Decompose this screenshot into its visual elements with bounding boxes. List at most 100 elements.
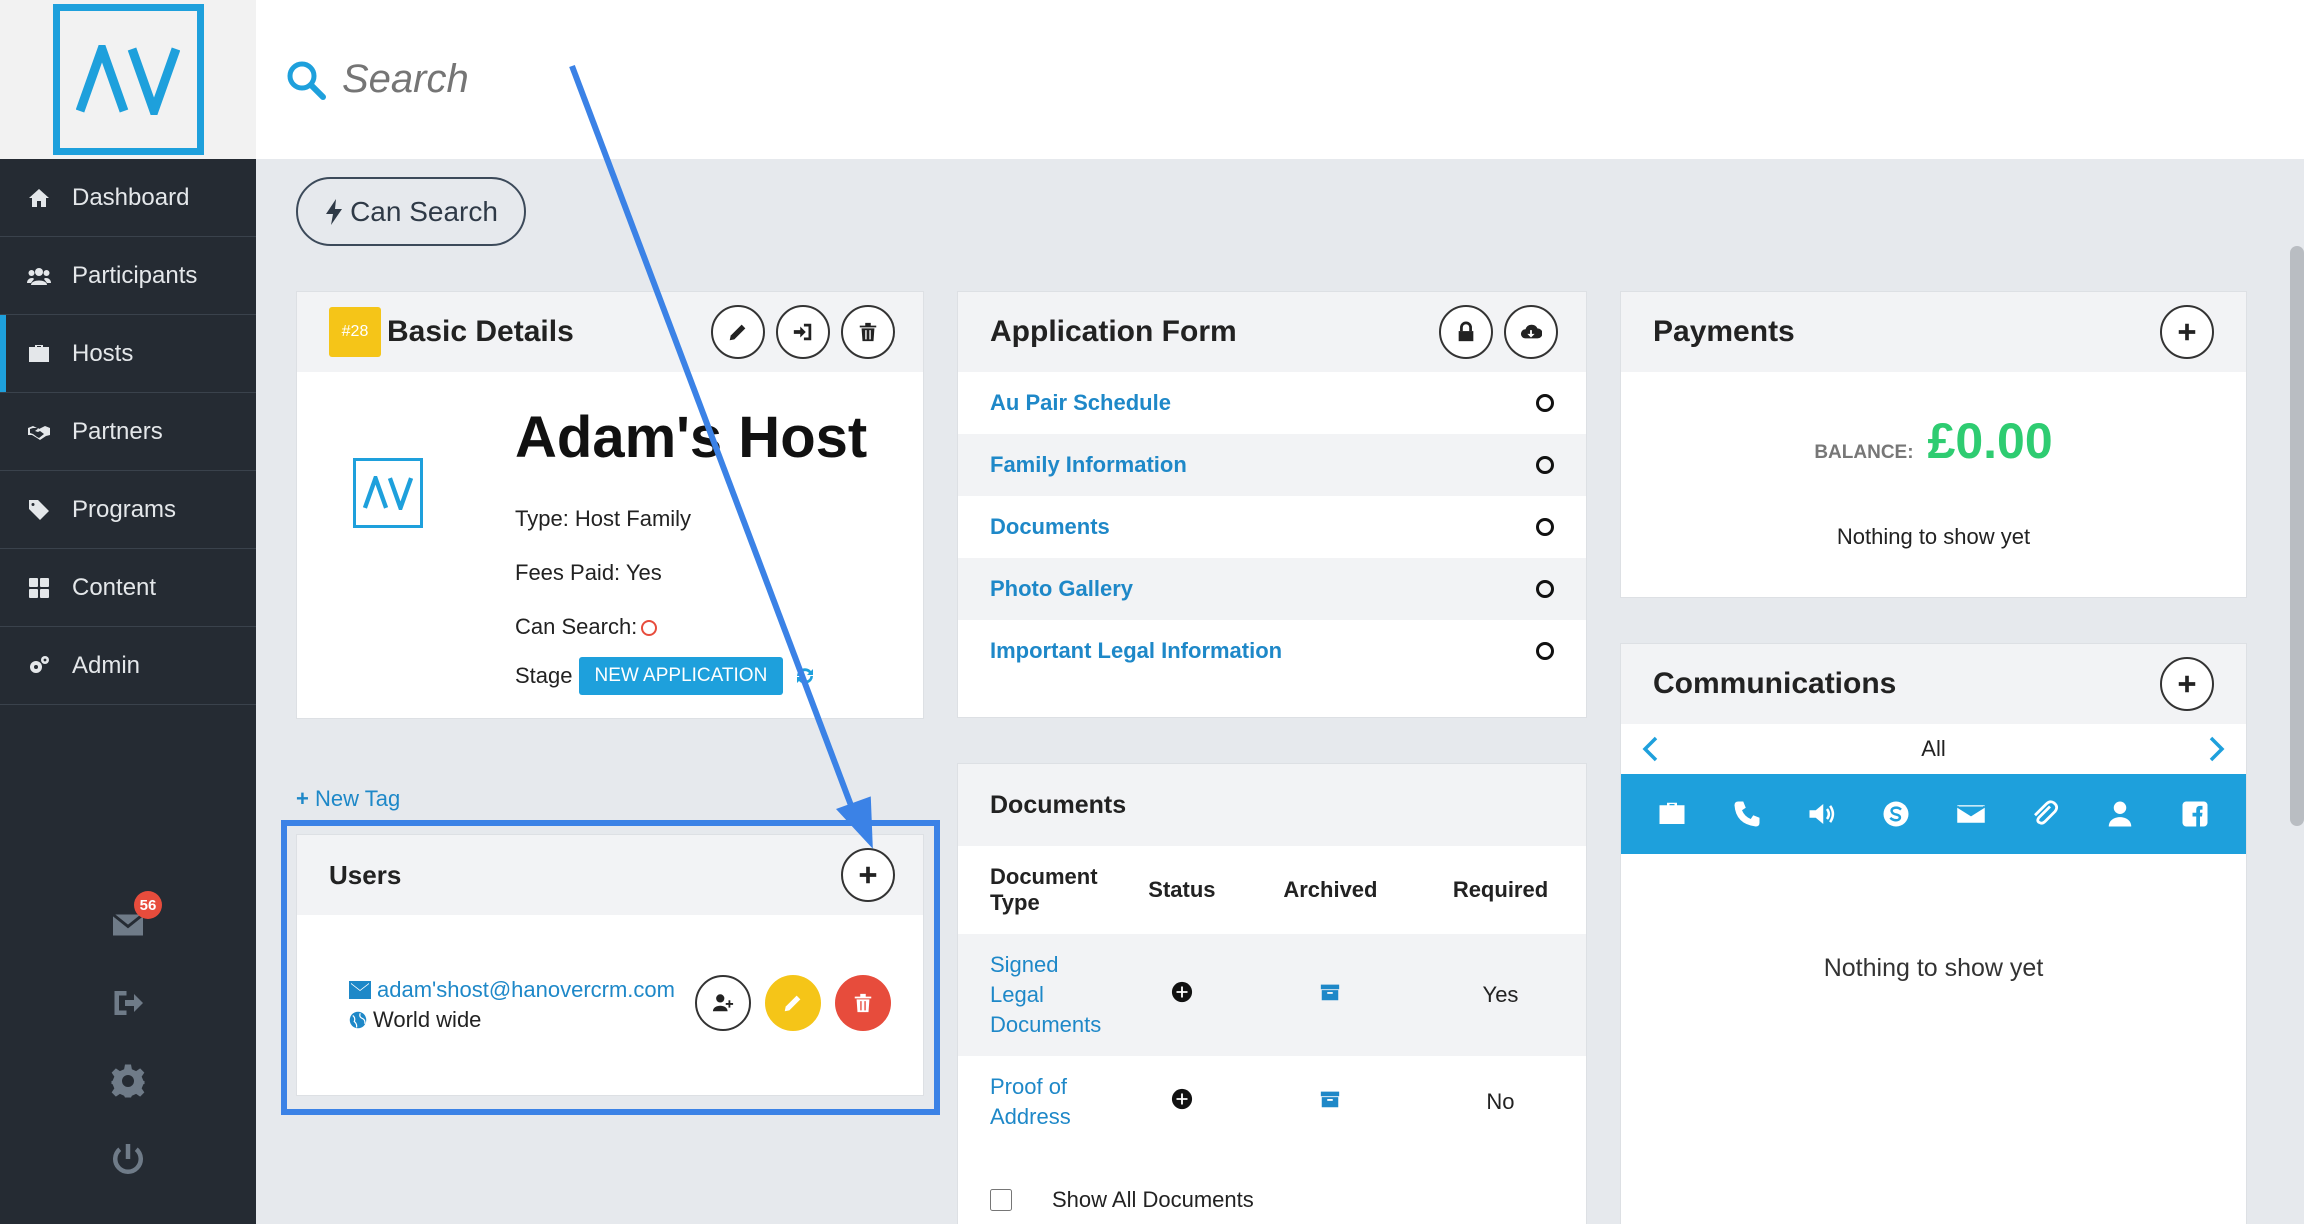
sidebar-item-content[interactable]: Content xyxy=(0,549,256,627)
facebook-icon[interactable] xyxy=(2178,797,2212,831)
mail-icon[interactable]: 56 xyxy=(108,891,162,945)
users-panel: Users adam'shost@hanovercrm.com World wi… xyxy=(296,834,924,1096)
sidebar-item-label: Programs xyxy=(72,495,177,523)
show-all-checkbox[interactable] xyxy=(990,1189,1012,1211)
edit-user-button[interactable] xyxy=(765,975,821,1031)
add-circle-icon[interactable] xyxy=(1171,981,1193,1003)
stage-field: Stage NEW APPLICATION xyxy=(515,657,817,695)
download-form-button[interactable] xyxy=(1504,305,1558,359)
add-communication-button[interactable] xyxy=(2160,657,2214,711)
user-region-label: World wide xyxy=(373,1007,482,1032)
sign-in-icon xyxy=(793,323,812,341)
sidebar-item-admin[interactable]: Admin xyxy=(0,627,256,705)
plus-icon xyxy=(2178,323,2196,341)
chevron-right-icon[interactable] xyxy=(2208,736,2226,762)
show-all-documents: Show All Documents xyxy=(990,1187,1254,1213)
volume-icon[interactable] xyxy=(1805,797,1839,831)
document-type-link[interactable]: Signed Legal Documents xyxy=(958,934,1118,1056)
sidebar-item-label: Participants xyxy=(72,261,198,289)
balance-row: BALANCE: £0.00 xyxy=(1621,412,2246,470)
users-icon xyxy=(26,263,52,289)
documents-table: Document Type Status Archived Required S… xyxy=(958,846,1586,1148)
documents-title: Documents xyxy=(990,790,1127,819)
user-icon[interactable] xyxy=(2103,797,2137,831)
grid-icon xyxy=(26,575,52,601)
sidebar-item-dashboard[interactable]: Dashboard xyxy=(0,159,256,237)
documents-header: Documents xyxy=(958,764,1586,846)
can-search-button[interactable]: Can Search xyxy=(296,177,526,246)
add-circle-icon[interactable] xyxy=(1171,1088,1193,1110)
delete-user-button[interactable] xyxy=(835,975,891,1031)
table-row: Signed Legal Documents Yes xyxy=(958,934,1586,1056)
table-row: Proof of Address No xyxy=(958,1056,1586,1148)
documents-panel: Documents Document Type Status Archived … xyxy=(957,763,1587,1224)
page-scrollbar[interactable] xyxy=(2290,246,2304,826)
refresh-icon[interactable] xyxy=(793,664,817,688)
sidebar-item-partners[interactable]: Partners xyxy=(0,393,256,471)
form-row-legal-information[interactable]: Important Legal Information xyxy=(958,620,1586,682)
payments-header: Payments xyxy=(1621,292,2246,372)
globe-icon xyxy=(349,1011,367,1029)
show-all-label: Show All Documents xyxy=(1052,1187,1254,1212)
basic-details-header: #28 Basic Details xyxy=(297,292,923,372)
logo-area xyxy=(0,0,256,159)
stage-button[interactable]: NEW APPLICATION xyxy=(578,657,784,695)
envelope-icon[interactable] xyxy=(1954,797,1988,831)
status-ring-icon xyxy=(1536,642,1554,660)
phone-icon[interactable] xyxy=(1730,797,1764,831)
column-header: Required xyxy=(1452,877,1549,902)
sidebar-item-label: Hosts xyxy=(72,339,134,367)
home-icon xyxy=(26,185,52,211)
sidebar-item-hosts[interactable]: Hosts xyxy=(0,315,256,393)
gear-icon[interactable] xyxy=(108,1061,148,1101)
form-row-family-information[interactable]: Family Information xyxy=(958,434,1586,496)
new-tag-link[interactable]: + New Tag xyxy=(296,786,400,812)
user-email: adam'shost@hanovercrm.com xyxy=(377,977,675,1002)
sidebar-item-programs[interactable]: Programs xyxy=(0,471,256,549)
application-form-panel: Application Form Au Pair Schedule Family… xyxy=(957,291,1587,718)
users-header: Users xyxy=(297,835,923,915)
user-email-link[interactable]: adam'shost@hanovercrm.com xyxy=(349,977,675,1003)
column-header: Status xyxy=(1148,877,1216,902)
communications-title: Communications xyxy=(1653,667,1897,700)
envelope-icon xyxy=(349,981,371,999)
trash-icon xyxy=(854,993,872,1013)
add-payment-button[interactable] xyxy=(2160,305,2214,359)
skype-icon[interactable] xyxy=(1879,797,1913,831)
sidebar-item-participants[interactable]: Participants xyxy=(0,237,256,315)
form-row-documents[interactable]: Documents xyxy=(958,496,1586,558)
form-row-au-pair-schedule[interactable]: Au Pair Schedule xyxy=(958,372,1586,434)
document-type-link[interactable]: Proof of Address xyxy=(958,1056,1118,1148)
handshake-icon xyxy=(26,419,52,445)
chevron-left-icon[interactable] xyxy=(1641,736,1659,762)
add-user-button[interactable] xyxy=(841,848,895,902)
status-ring-icon xyxy=(1536,580,1554,598)
host-name: Adam's Host xyxy=(515,405,868,470)
power-icon[interactable] xyxy=(108,1139,148,1179)
delete-details-button[interactable] xyxy=(841,305,895,359)
sidebar-item-label: Dashboard xyxy=(72,183,190,211)
basic-details-panel: #28 Basic Details Adam's Host Type: Host… xyxy=(296,291,924,719)
form-row-photo-gallery[interactable]: Photo Gallery xyxy=(958,558,1586,620)
lock-form-button[interactable] xyxy=(1439,305,1493,359)
top-bar xyxy=(256,0,2304,159)
form-row-label: Family Information xyxy=(990,452,1187,477)
communications-filter-nav: All xyxy=(1621,724,2246,774)
status-ring-icon xyxy=(1536,456,1554,474)
paperclip-icon[interactable] xyxy=(2028,797,2062,831)
edit-details-button[interactable] xyxy=(711,305,765,359)
communications-filter-label: All xyxy=(1921,736,1946,761)
login-as-button[interactable] xyxy=(776,305,830,359)
sign-out-icon[interactable] xyxy=(108,983,148,1023)
search-input[interactable] xyxy=(342,57,942,102)
add-user-role-button[interactable] xyxy=(695,975,751,1031)
archive-icon[interactable] xyxy=(1319,1088,1341,1110)
archive-icon[interactable] xyxy=(1319,981,1341,1003)
payments-empty-text: Nothing to show yet xyxy=(1836,524,2031,549)
briefcase-icon[interactable] xyxy=(1655,797,1689,831)
table-header-row: Document Type Status Archived Required xyxy=(958,846,1586,934)
app-logo[interactable] xyxy=(52,4,204,155)
form-row-label: Photo Gallery xyxy=(990,576,1134,601)
pencil-icon xyxy=(729,324,746,341)
host-avatar xyxy=(353,458,423,528)
